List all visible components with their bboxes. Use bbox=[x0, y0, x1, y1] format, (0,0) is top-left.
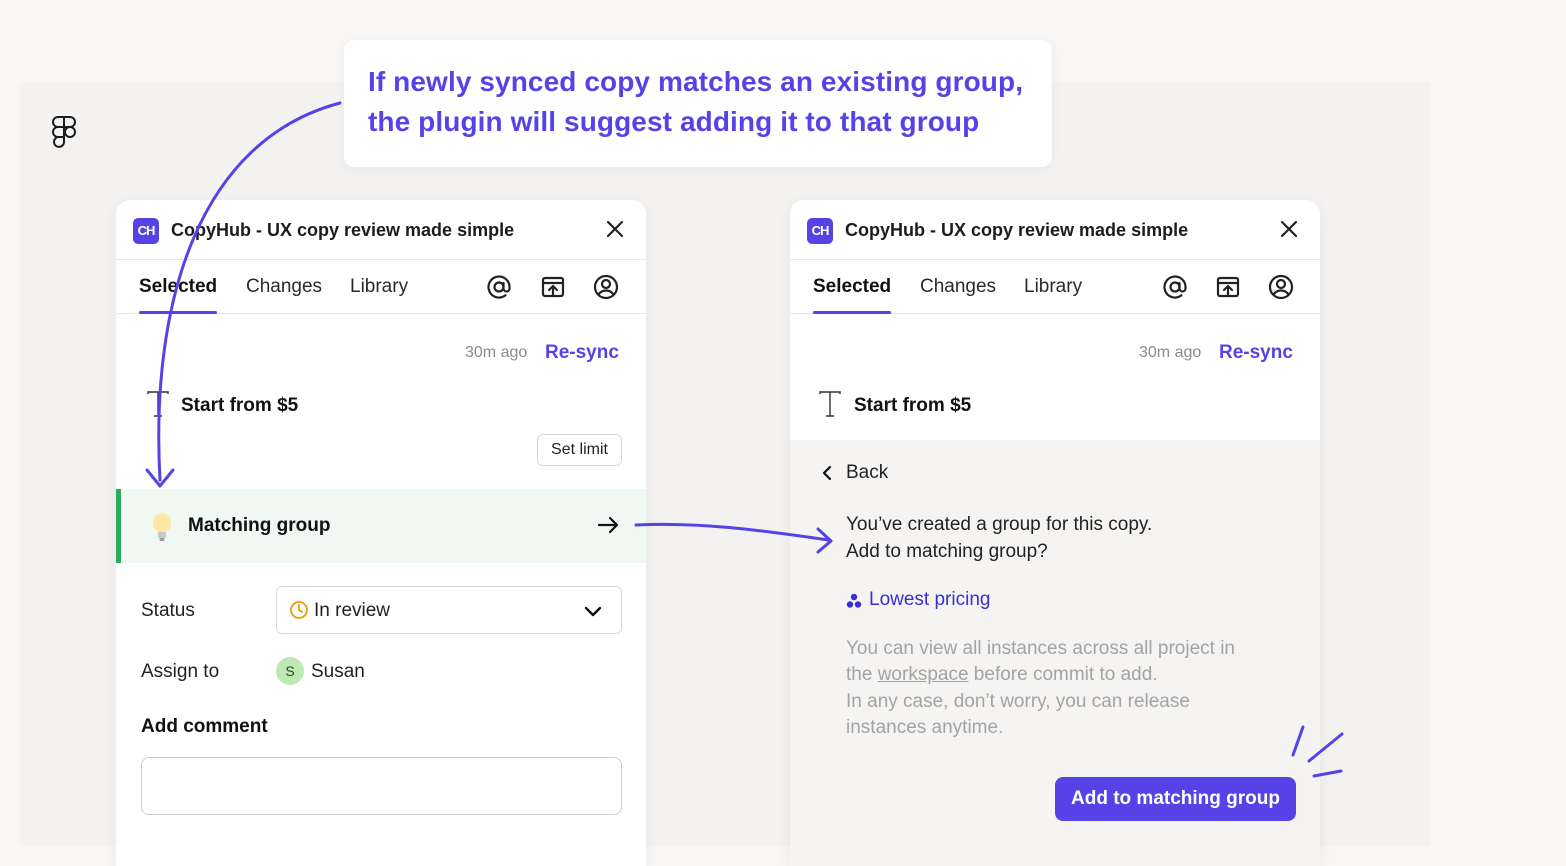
callout-line-2: the plugin will suggest adding it to tha… bbox=[368, 106, 980, 137]
tab-bar: Selected Changes Library bbox=[116, 260, 646, 314]
tab-bar: Selected Changes Library bbox=[790, 260, 1320, 314]
mention-icon[interactable] bbox=[485, 273, 513, 301]
status-dropdown[interactable]: In review bbox=[276, 586, 622, 634]
tab-changes[interactable]: Changes bbox=[920, 276, 996, 298]
add-comment-heading: Add comment bbox=[141, 716, 268, 737]
back-label: Back bbox=[846, 462, 889, 483]
callout-line-1: If newly synced copy matches an existing… bbox=[368, 66, 1024, 97]
status-label: Status bbox=[141, 600, 195, 621]
tab-library[interactable]: Library bbox=[1024, 276, 1082, 298]
figma-logo-icon bbox=[52, 116, 76, 148]
title-bar: CH CopyHub - UX copy review made simple bbox=[790, 200, 1320, 260]
copy-text: Start from $5 bbox=[854, 395, 972, 416]
last-sync-time: 30m ago bbox=[465, 344, 528, 361]
note-line-3: In any case, don’t worry, you can releas… bbox=[846, 691, 1190, 712]
lightbulb-icon bbox=[153, 513, 171, 541]
tab-library[interactable]: Library bbox=[350, 276, 408, 298]
arrow-right-icon[interactable] bbox=[596, 513, 620, 537]
set-limit-button[interactable]: Set limit bbox=[537, 434, 622, 466]
assignee-name[interactable]: Susan bbox=[311, 661, 365, 683]
close-icon[interactable] bbox=[602, 216, 628, 242]
window-title: CopyHub - UX copy review made simple bbox=[845, 220, 1189, 240]
copyhub-logo-icon: CH bbox=[133, 218, 159, 244]
text-layer-icon bbox=[147, 391, 169, 417]
note-line-2: the workspace before commit to add. bbox=[846, 664, 1158, 686]
mention-icon[interactable] bbox=[1161, 273, 1189, 301]
resync-link[interactable]: Re-sync bbox=[1219, 342, 1293, 364]
chevron-down-icon bbox=[584, 606, 602, 617]
note-line-2-start: the bbox=[846, 664, 878, 685]
group-icon bbox=[846, 593, 862, 608]
clock-icon bbox=[290, 601, 308, 619]
tab-changes[interactable]: Changes bbox=[246, 276, 322, 298]
matching-group-label: Matching group bbox=[188, 515, 331, 536]
note-line-2-end: before commit to add. bbox=[968, 664, 1158, 685]
note-line-1: You can view all instances across all pr… bbox=[846, 638, 1235, 659]
group-name: Lowest pricing bbox=[869, 589, 991, 610]
workspace-link[interactable]: workspace bbox=[878, 664, 969, 685]
last-sync-time: 30m ago bbox=[1139, 344, 1202, 361]
annotation-callout: If newly synced copy matches an existing… bbox=[344, 40, 1052, 167]
publish-icon[interactable] bbox=[539, 273, 567, 301]
tab-selected[interactable]: Selected bbox=[813, 276, 892, 314]
suggestion-message-line-2: Add to matching group? bbox=[846, 541, 1048, 562]
user-account-icon[interactable] bbox=[592, 273, 620, 301]
resync-link[interactable]: Re-sync bbox=[545, 342, 619, 364]
note-line-4: instances anytime. bbox=[846, 717, 1004, 738]
title-bar: CH CopyHub - UX copy review made simple bbox=[116, 200, 646, 260]
text-layer-icon bbox=[819, 391, 841, 417]
suggestion-message-line-1: You’ve created a group for this copy. bbox=[846, 514, 1153, 535]
copy-text: Start from $5 bbox=[181, 395, 299, 416]
avatar: S bbox=[276, 657, 304, 685]
assign-label: Assign to bbox=[141, 661, 220, 682]
copyhub-logo-icon: CH bbox=[807, 218, 833, 244]
comment-input[interactable] bbox=[141, 757, 622, 815]
window-title: CopyHub - UX copy review made simple bbox=[171, 220, 515, 240]
status-value: In review bbox=[314, 600, 391, 621]
publish-icon[interactable] bbox=[1214, 273, 1242, 301]
matching-group-row[interactable]: Matching group bbox=[116, 489, 646, 563]
add-to-matching-group-button[interactable]: Add to matching group bbox=[1055, 777, 1296, 821]
plugin-window-right: CH CopyHub - UX copy review made simple … bbox=[790, 200, 1320, 866]
close-icon[interactable] bbox=[1276, 216, 1302, 242]
plugin-window-left: CH CopyHub - UX copy review made simple … bbox=[116, 200, 646, 866]
user-account-icon[interactable] bbox=[1267, 273, 1295, 301]
chevron-left-icon bbox=[822, 465, 832, 481]
tab-selected[interactable]: Selected bbox=[139, 276, 218, 314]
